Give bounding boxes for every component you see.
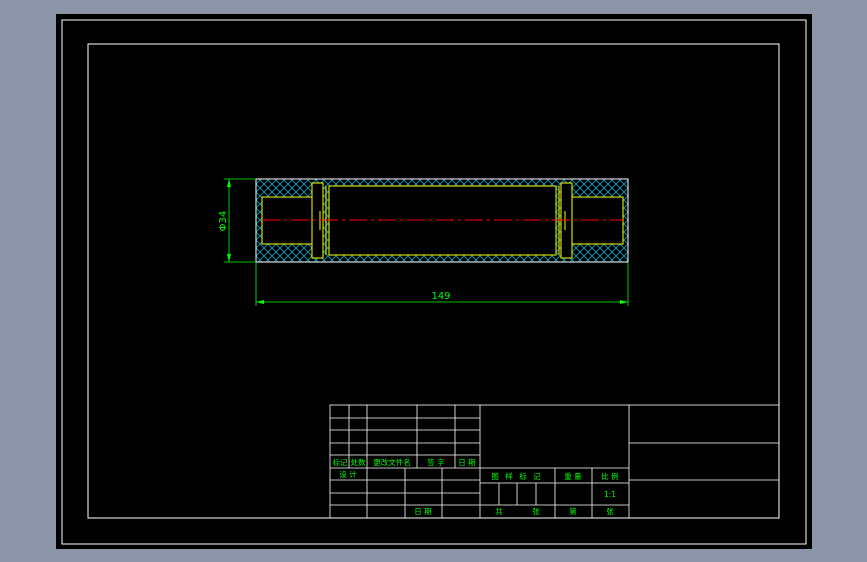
drawing-sheet	[56, 14, 812, 549]
diameter-label: Φ34	[218, 211, 229, 232]
scale-value: 1:1	[604, 490, 616, 499]
rev-header-date: 日 期	[458, 458, 475, 467]
stage-mark-label: 图 样 标 记	[491, 471, 542, 481]
weight-label: 重 量	[564, 472, 582, 481]
date-label: 日 期	[414, 507, 431, 516]
design-label: 设 计	[339, 469, 357, 479]
rev-header-count: 处数	[351, 457, 366, 467]
scale-label: 比 例	[601, 471, 618, 481]
roller-section-view	[255, 178, 629, 263]
cad-drawing-canvas: Φ34 149 标记 处数 更改文件名 签 字 日 期 设 计 日 期 图 样 …	[56, 14, 812, 549]
page-label: 第	[569, 506, 577, 516]
length-label: 149	[431, 291, 450, 302]
rev-header-file: 更改文件名	[373, 457, 411, 467]
sheet-unit-1: 张	[532, 507, 540, 516]
sheet-unit-2: 张	[606, 507, 614, 516]
rev-header-mark: 标记	[333, 457, 348, 467]
total-label: 共	[495, 507, 503, 516]
rev-header-sign: 签 字	[427, 457, 444, 467]
